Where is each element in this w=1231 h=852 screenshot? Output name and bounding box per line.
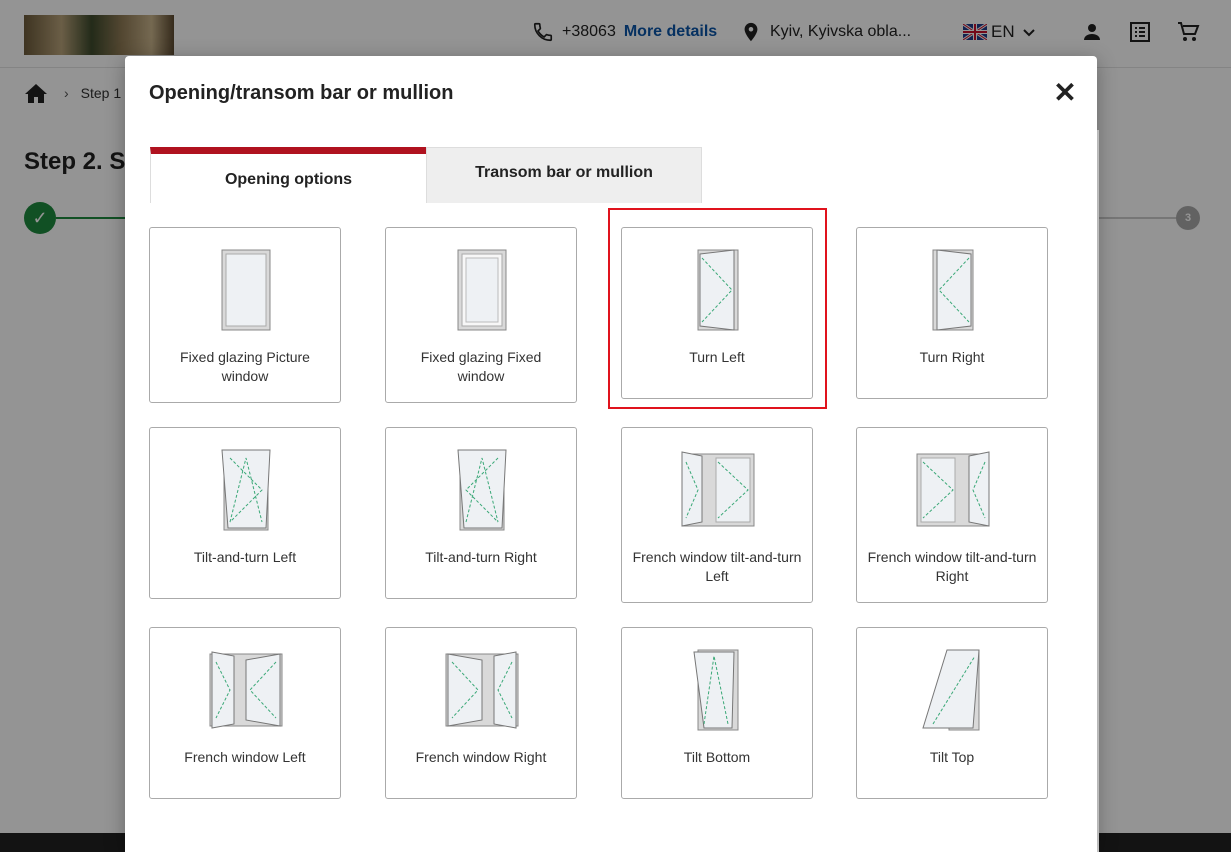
tilt-bottom-window-icon bbox=[693, 649, 739, 731]
option-card-tilt-bottom[interactable]: Tilt Bottom bbox=[621, 627, 813, 799]
option-label: Fixed glazing Fixed window bbox=[420, 349, 542, 384]
option-label: French window tilt-and-turn Left bbox=[632, 549, 802, 584]
turn-left-window-icon bbox=[697, 249, 739, 331]
option-card-french-right[interactable]: French window Right bbox=[385, 627, 577, 799]
french-left-window-icon bbox=[209, 651, 283, 729]
option-card-french-left[interactable]: French window Left bbox=[149, 627, 341, 799]
option-label: Fixed glazing Picture window bbox=[180, 349, 310, 384]
french-tilt-turn-left-window-icon bbox=[681, 451, 755, 527]
option-label: Turn Right bbox=[919, 349, 985, 365]
modal-tabs: Opening options Transom bar or mullion bbox=[150, 147, 702, 203]
option-label: French window Right bbox=[415, 749, 547, 765]
option-card-tilt-turn-right[interactable]: Tilt-and-turn Right bbox=[385, 427, 577, 599]
opening-options-modal: Opening/transom bar or mullion ✕ Opening… bbox=[125, 56, 1097, 852]
option-card-turn-left[interactable]: Turn Left bbox=[621, 227, 813, 399]
option-card-french-tilt-turn-left[interactable]: French window tilt-and-turn Left bbox=[621, 427, 813, 603]
option-label: Tilt Bottom bbox=[683, 749, 751, 765]
french-right-window-icon bbox=[445, 651, 519, 729]
option-card-tilt-turn-left[interactable]: Tilt-and-turn Left bbox=[149, 427, 341, 599]
option-card-fixed-window[interactable]: Fixed glazing Fixed window bbox=[385, 227, 577, 403]
tilt-turn-right-window-icon bbox=[457, 449, 507, 531]
fixed-picture-window-icon bbox=[221, 249, 271, 331]
option-label: Tilt Top bbox=[929, 749, 975, 765]
modal-title: Opening/transom bar or mullion bbox=[149, 82, 454, 104]
tilt-turn-left-window-icon bbox=[221, 449, 271, 531]
tilt-top-window-icon bbox=[922, 649, 980, 731]
fixed-window-icon bbox=[457, 249, 507, 331]
option-card-french-tilt-turn-right[interactable]: French window tilt-and-turn Right bbox=[856, 427, 1048, 603]
tab-opening-options[interactable]: Opening options bbox=[150, 147, 426, 203]
option-card-fixed-picture[interactable]: Fixed glazing Picture window bbox=[149, 227, 341, 403]
close-icon[interactable]: ✕ bbox=[1051, 77, 1079, 108]
option-label: French window tilt-and-turn Right bbox=[867, 549, 1037, 584]
option-label: French window Left bbox=[184, 749, 306, 765]
tab-transom-bar-or-mullion[interactable]: Transom bar or mullion bbox=[426, 147, 702, 203]
turn-right-window-icon bbox=[932, 249, 974, 331]
option-label: Turn Left bbox=[689, 349, 745, 365]
option-card-turn-right[interactable]: Turn Right bbox=[856, 227, 1048, 399]
french-tilt-turn-right-window-icon bbox=[916, 451, 990, 527]
option-card-tilt-top[interactable]: Tilt Top bbox=[856, 627, 1048, 799]
option-label: Tilt-and-turn Right bbox=[425, 549, 537, 565]
option-label: Tilt-and-turn Left bbox=[193, 549, 297, 565]
